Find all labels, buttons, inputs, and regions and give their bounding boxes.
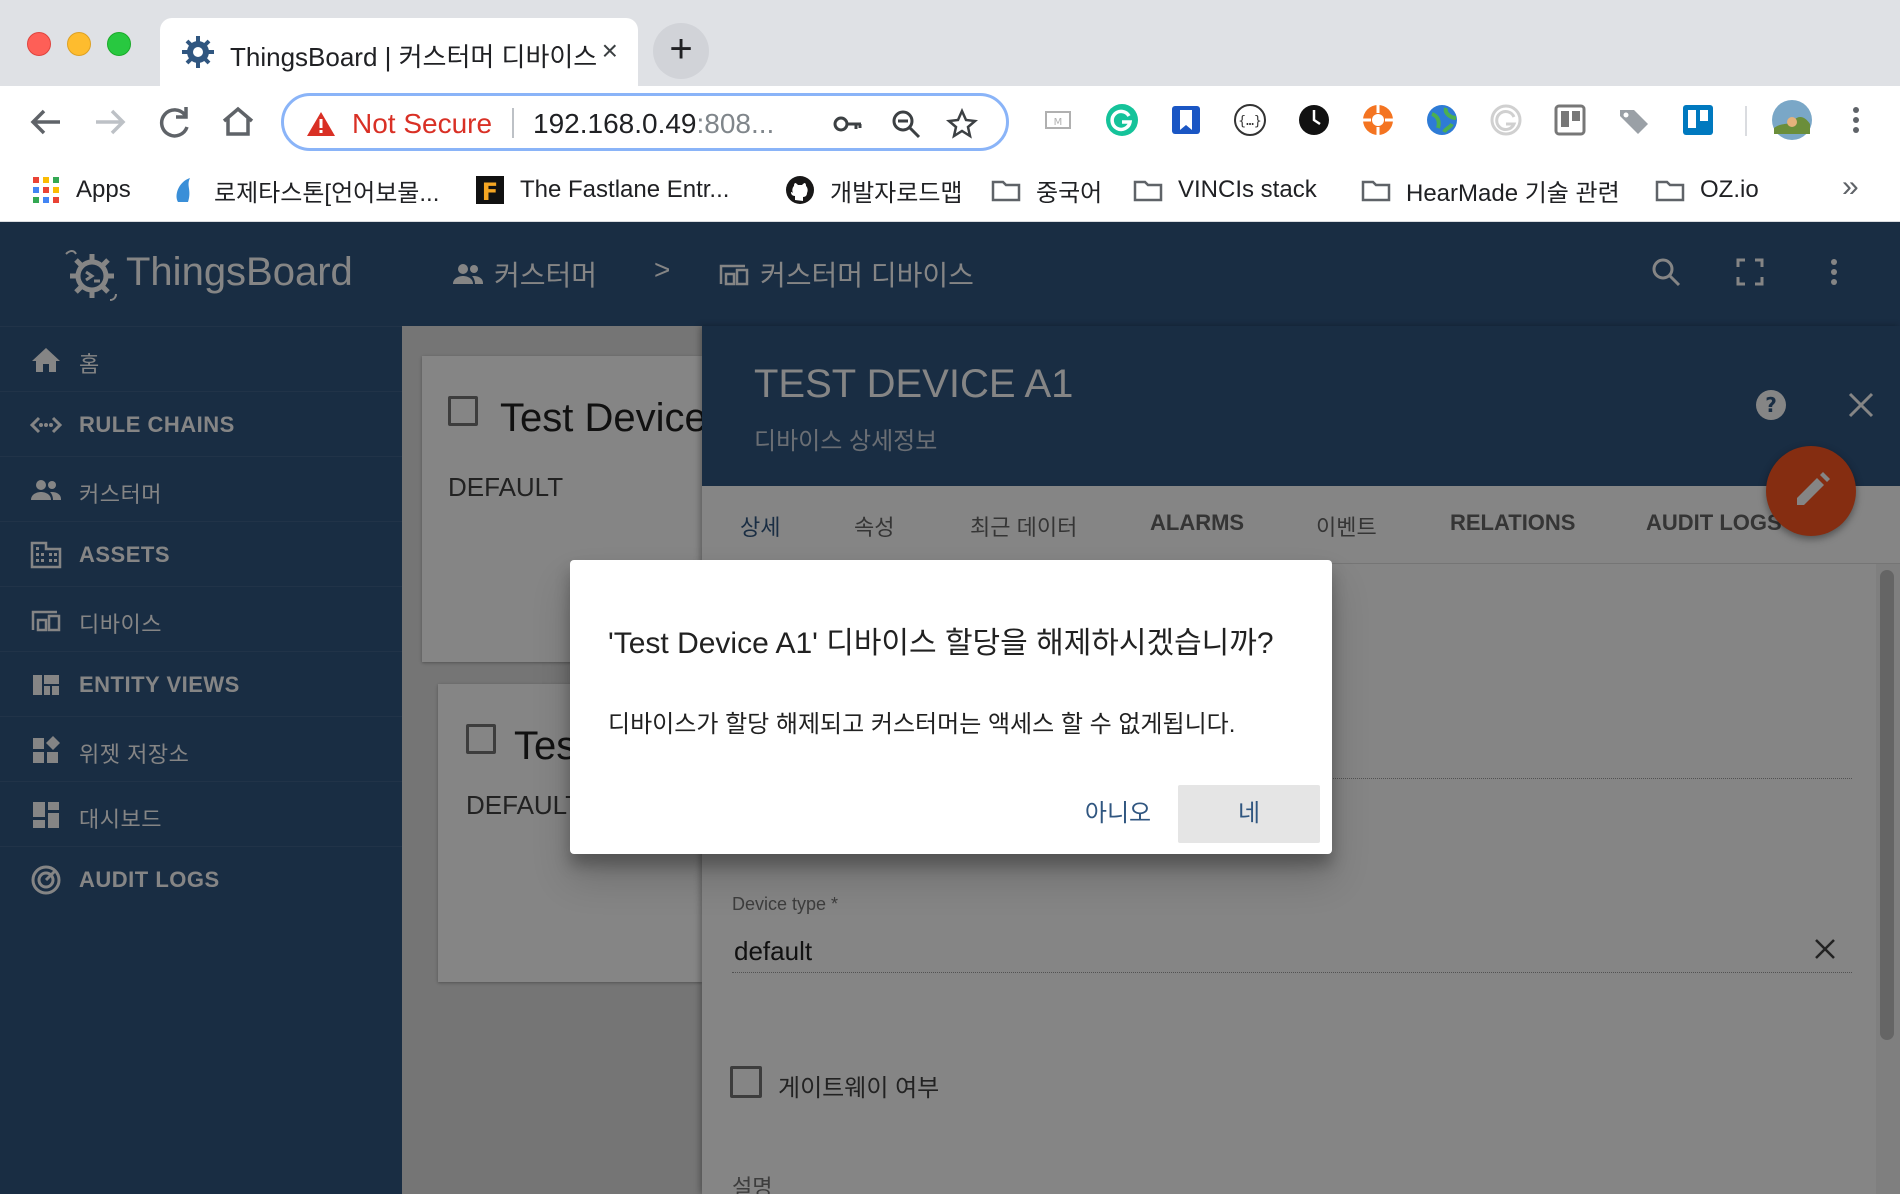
browser-window: ThingsBoard | 커스터머 디바이스 × + Not Secure 1… [0, 0, 1900, 1194]
thingsboard-favicon-icon [182, 36, 214, 68]
lifebuoy-extension-icon[interactable] [1358, 100, 1398, 140]
toolbar-separator [1745, 106, 1747, 136]
not-secure-label[interactable]: Not Secure [352, 108, 492, 140]
g-extension-icon[interactable] [1486, 100, 1526, 140]
reload-icon[interactable] [150, 98, 198, 146]
tab-close-icon[interactable]: × [602, 36, 618, 66]
bookmark-label: HearMade 기술 관련 [1406, 179, 1620, 207]
bookmark-folder-vincis[interactable]: VINCIs stack [1132, 172, 1317, 208]
bookmark-label: The Fastlane Entr... [520, 176, 730, 203]
url-text[interactable]: 192.168.0.49:808... [533, 108, 774, 140]
apps-grid-icon [33, 177, 59, 203]
warning-triangle-icon [307, 112, 335, 136]
folder-icon [1655, 180, 1685, 202]
bookmark-rosetta[interactable]: 로제타스톤[언어보물... [168, 172, 439, 208]
dialog-title: 'Test Device A1' 디바이스 할당을 해제하시겠습니까? [608, 627, 1274, 660]
window-close-button[interactable] [27, 32, 51, 56]
unassign-confirm-dialog: 'Test Device A1' 디바이스 할당을 해제하시겠습니까? 디바이스… [570, 560, 1332, 854]
folder-icon [1133, 180, 1163, 202]
fastlane-f-icon: F [476, 176, 504, 206]
dialog-message: 디바이스가 할당 해제되고 커스터머는 액세스 할 수 없게됩니다. [608, 711, 1236, 738]
bookmark-label: 로제타스톤[언어보물... [214, 179, 440, 207]
bookmarks-overflow-icon[interactable]: » [1842, 170, 1859, 204]
bookmark-folder-ozio[interactable]: OZ.io [1654, 172, 1759, 208]
key-icon[interactable] [832, 108, 864, 140]
url-host: 192.168.0.49 [533, 108, 697, 139]
profile-avatar[interactable] [1770, 98, 1814, 142]
window-zoom-button[interactable] [107, 32, 131, 56]
bookmark-label: Apps [76, 176, 131, 203]
zoom-out-icon[interactable] [890, 108, 922, 140]
trello-icon[interactable] [1678, 100, 1718, 140]
bookmarks-bar: Apps 로제타스톤[언어보물... F The Fastlane Entr..… [0, 158, 1900, 222]
chrome-menu-icon[interactable] [1836, 100, 1876, 140]
clock-extension-icon[interactable] [1294, 100, 1334, 140]
github-icon [786, 176, 814, 204]
bookmark-fastlane[interactable]: F The Fastlane Entr... [474, 172, 729, 208]
back-arrow-icon[interactable] [22, 98, 70, 146]
bookmark-star-icon[interactable] [946, 108, 978, 140]
extension-reader-icon[interactable]: M [1038, 100, 1078, 140]
json-viewer-icon[interactable]: {…} [1230, 100, 1270, 140]
forward-arrow-icon[interactable] [86, 98, 134, 146]
bookmark-label: VINCIs stack [1178, 176, 1317, 203]
folder-icon [1361, 180, 1391, 202]
home-icon[interactable] [214, 98, 262, 146]
svg-text:{…}: {…} [1238, 114, 1261, 129]
trello-gray-icon[interactable] [1550, 100, 1590, 140]
browser-tab[interactable]: ThingsBoard | 커스터머 디바이스 × [160, 18, 638, 86]
folder-icon [991, 180, 1021, 202]
address-bar[interactable]: Not Secure 192.168.0.49:808... [281, 93, 1009, 151]
no-button[interactable]: 아니오 [1048, 785, 1188, 843]
bookmark-extension-icon[interactable] [1166, 100, 1206, 140]
tab-strip: ThingsBoard | 커스터머 디바이스 × + [0, 0, 1900, 86]
bookmark-label: 개발자로드맵 [830, 179, 963, 207]
svg-text:F: F [482, 178, 498, 206]
bookmark-label: OZ.io [1700, 176, 1759, 203]
bookmark-apps[interactable]: Apps [30, 172, 131, 208]
bookmark-folder-chinese[interactable]: 중국어 [990, 172, 1102, 208]
rosetta-stone-icon [176, 178, 190, 202]
globe-extension-icon[interactable] [1422, 100, 1462, 140]
tags-icon[interactable] [1614, 100, 1654, 140]
browser-toolbar: Not Secure 192.168.0.49:808... M {…} [0, 86, 1900, 158]
window-minimize-button[interactable] [67, 32, 91, 56]
tab-title: ThingsBoard | 커스터머 디바이스 [230, 42, 598, 72]
url-port: :808... [696, 108, 775, 139]
yes-button[interactable]: 네 [1178, 785, 1320, 843]
omnibox-separator [512, 108, 514, 138]
new-tab-button[interactable]: + [653, 23, 709, 79]
grammarly-icon[interactable] [1102, 100, 1142, 140]
bookmark-folder-hearmade[interactable]: HearMade 기술 관련 [1360, 172, 1620, 208]
svg-text:M: M [1054, 117, 1063, 128]
bookmark-label: 중국어 [1036, 179, 1103, 207]
bookmark-dev-roadmap[interactable]: 개발자로드맵 [784, 172, 962, 208]
